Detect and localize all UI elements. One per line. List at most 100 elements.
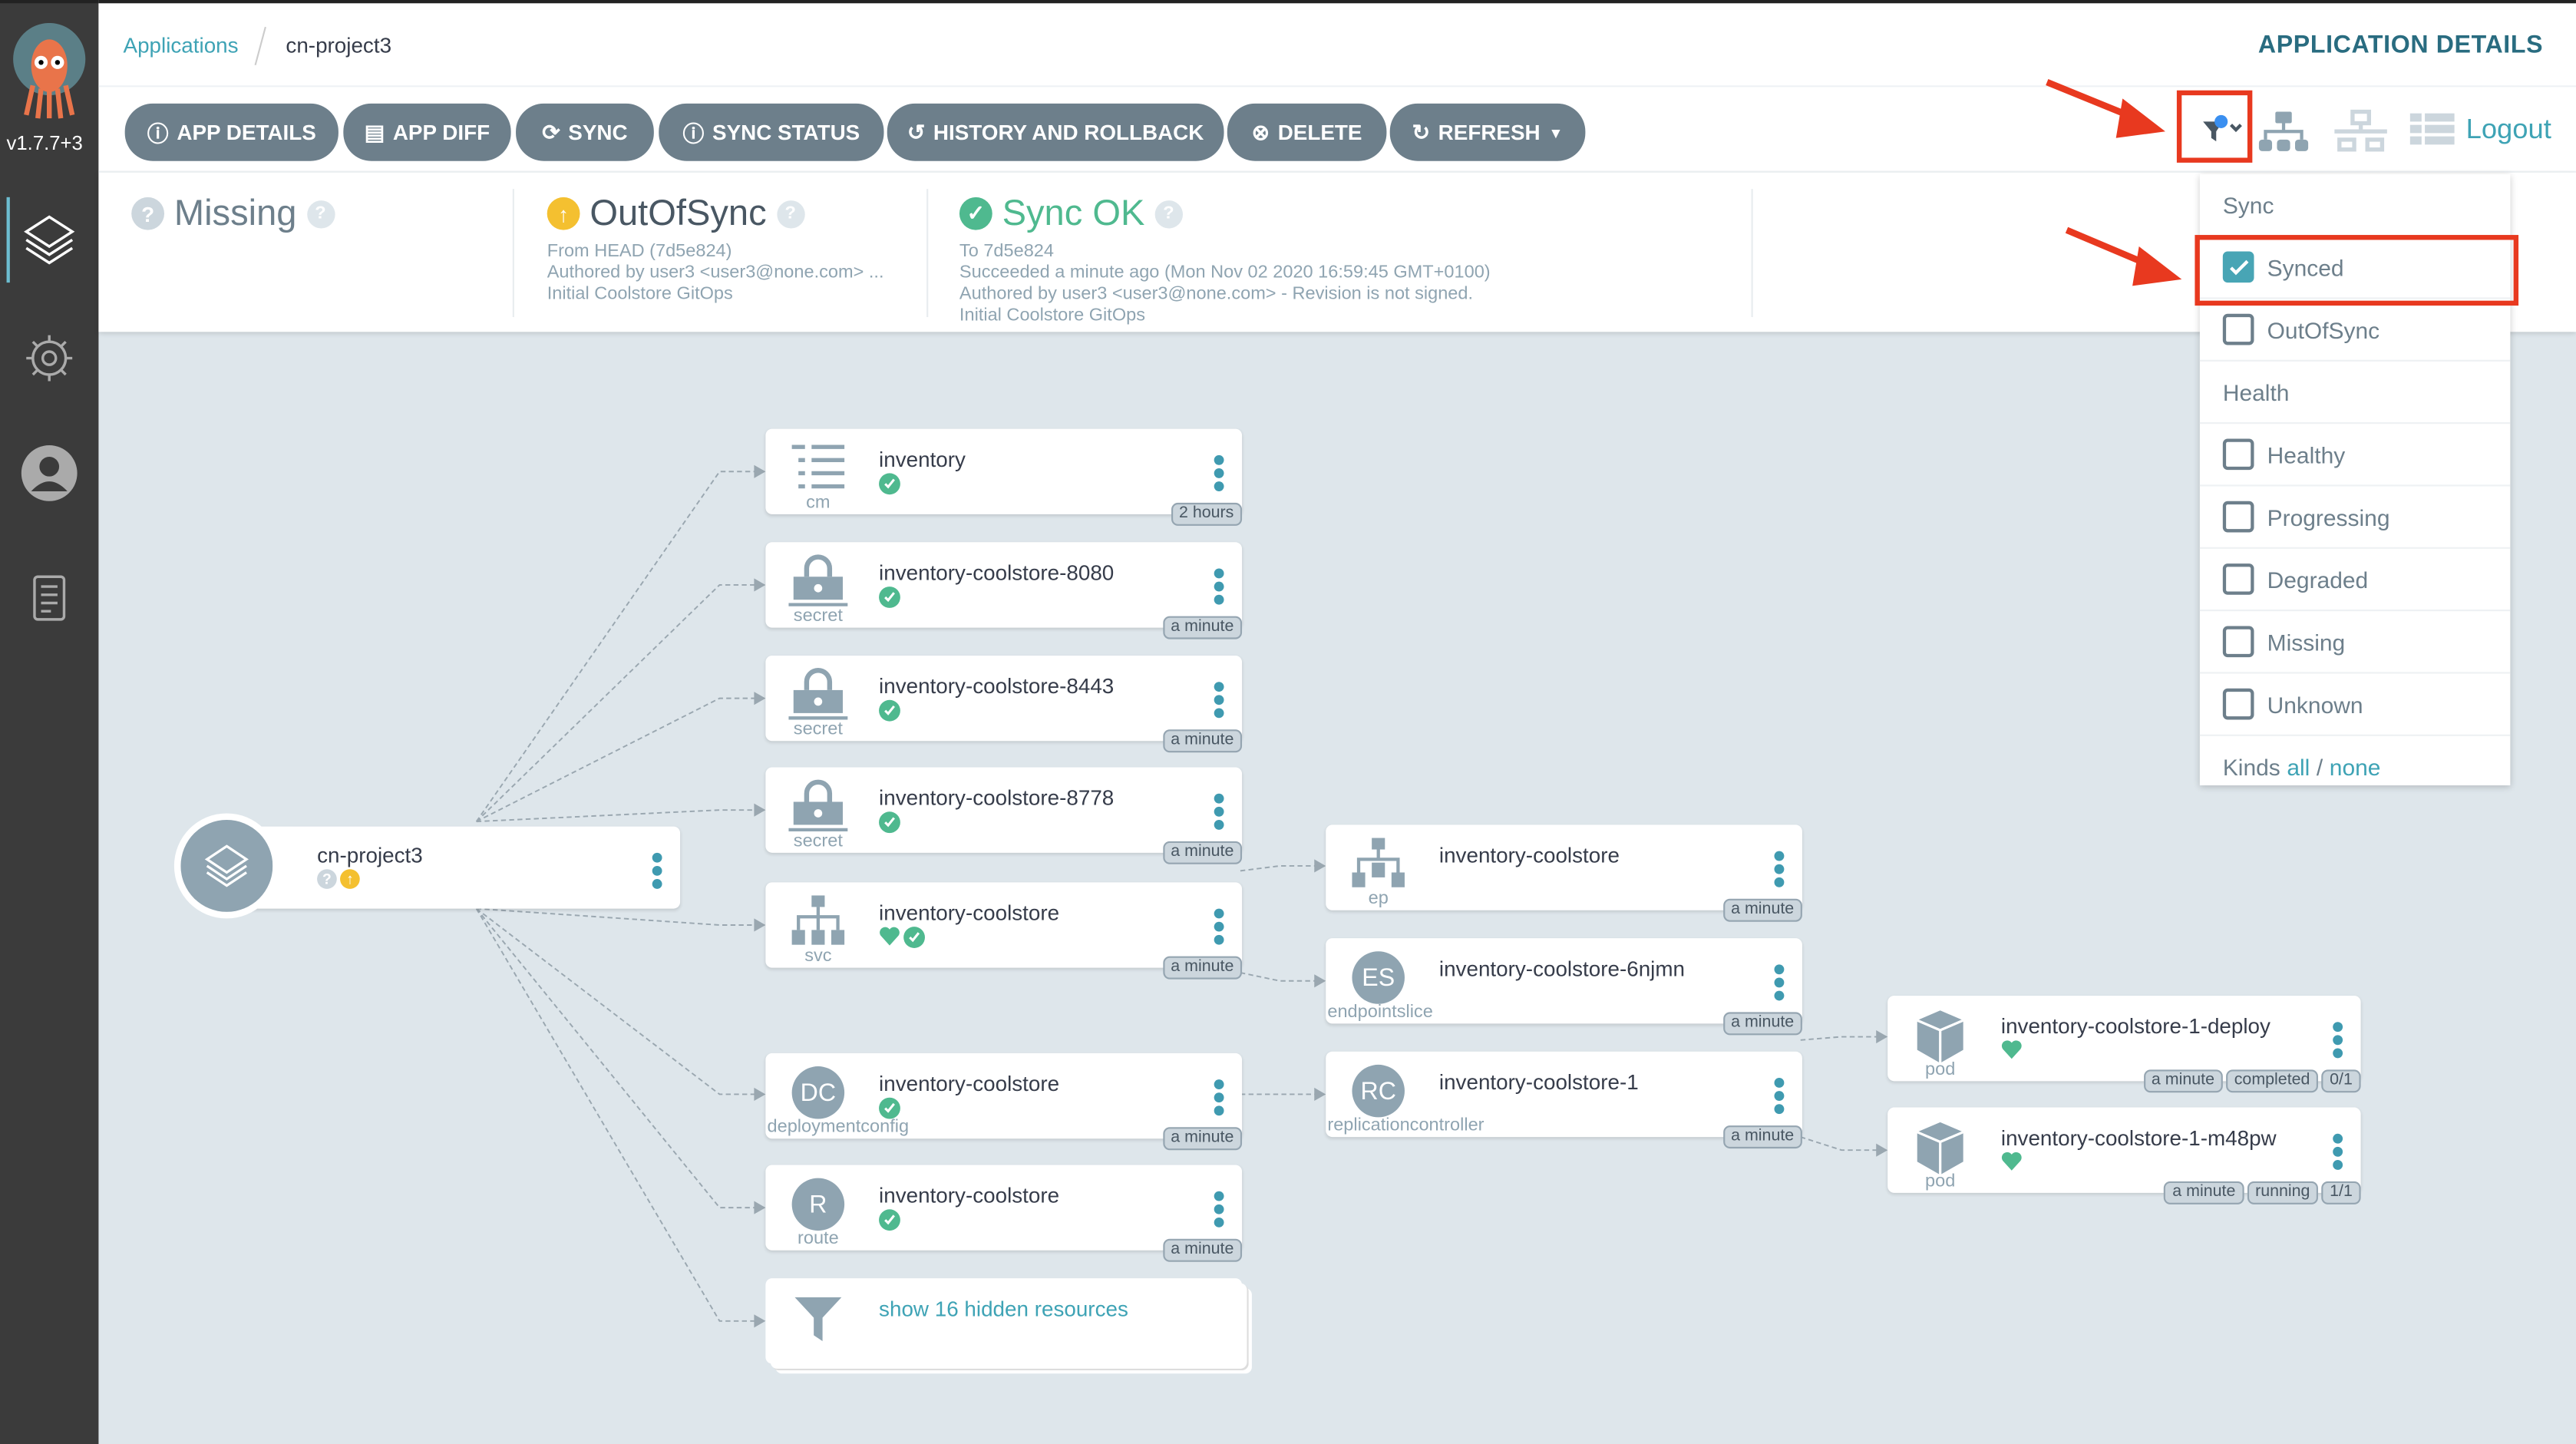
edge-arrow xyxy=(754,692,766,705)
resource-name: inventory-coolstore-8443 xyxy=(879,673,1115,699)
resource-kind: pod xyxy=(1925,1171,1956,1191)
resource-tag: a minute xyxy=(1722,1125,1802,1149)
resource-node[interactable]: DC deploymentconfig inventory-coolstore a… xyxy=(765,1052,1243,1151)
resource-kind: ep xyxy=(1368,888,1389,909)
resource-tag: a minute xyxy=(2164,1181,2244,1204)
secret-icon xyxy=(788,554,848,606)
filter-option-unknown[interactable]: Unknown xyxy=(2199,674,2511,736)
edge-arrow xyxy=(754,464,766,478)
resource-menu-icon[interactable] xyxy=(2333,1133,2343,1173)
resource-node[interactable]: pod inventory-coolstore-1-deploy a minut… xyxy=(1887,996,2361,1093)
resource-tag: a minute xyxy=(1162,1127,1243,1151)
graph-edge xyxy=(1240,864,1316,872)
synced-check-icon xyxy=(903,927,925,948)
hidden-resources-node[interactable]: show 16 hidden resources xyxy=(765,1278,1243,1364)
graph-edge xyxy=(475,471,756,822)
resource-tag: 0/1 xyxy=(2321,1069,2361,1093)
resource-tag: a minute xyxy=(1722,1012,1802,1036)
edge-arrow xyxy=(754,1314,766,1328)
resource-node[interactable]: pod inventory-coolstore-1-m48pw a minute… xyxy=(1887,1107,2361,1204)
checkbox[interactable] xyxy=(2222,313,2254,345)
synced-check-icon xyxy=(879,587,900,608)
resource-kind: replicationcontroller xyxy=(1327,1115,1485,1135)
replicationcontroller-icon: RC xyxy=(1352,1064,1405,1118)
graph-edge xyxy=(475,907,756,1209)
app-node-menu[interactable] xyxy=(652,852,662,892)
resource-menu-icon[interactable] xyxy=(1214,793,1224,833)
resource-name: inventory xyxy=(879,447,966,472)
resource-kind: deploymentconfig xyxy=(767,1117,910,1138)
filter-option-missing[interactable]: Missing xyxy=(2199,611,2511,674)
resource-tag: a minute xyxy=(2143,1069,2223,1093)
resource-tag: a minute xyxy=(1162,616,1243,639)
option-label: Progressing xyxy=(2267,504,2390,530)
resource-node[interactable]: secret inventory-coolstore-8778 a minute xyxy=(765,767,1243,864)
resource-node[interactable]: RC replicationcontroller inventory-coolst… xyxy=(1326,1051,1802,1149)
health-filter-heading: Health xyxy=(2199,362,2511,425)
resource-tag: a minute xyxy=(1162,1238,1243,1262)
option-label: Unknown xyxy=(2267,690,2363,718)
resource-node[interactable]: secret inventory-coolstore-8080 a minute xyxy=(765,542,1243,639)
option-label: Healthy xyxy=(2267,441,2346,468)
edge-arrow xyxy=(1314,859,1326,873)
checkbox[interactable] xyxy=(2222,563,2254,595)
checkbox[interactable] xyxy=(2222,438,2254,471)
resource-kind: route xyxy=(798,1228,839,1249)
funnel-icon xyxy=(794,1297,842,1341)
edge-arrow xyxy=(754,1087,766,1102)
healthy-heart-icon xyxy=(880,927,900,946)
route-icon: R xyxy=(791,1178,845,1231)
filter-option-healthy[interactable]: Healthy xyxy=(2199,424,2511,487)
filter-option-degraded[interactable]: Degraded xyxy=(2199,549,2511,612)
resource-menu-icon[interactable] xyxy=(1774,851,1785,891)
resource-menu-icon[interactable] xyxy=(1214,568,1224,608)
healthy-heart-icon xyxy=(2001,1152,2022,1171)
filter-option-progressing[interactable]: Progressing xyxy=(2199,487,2511,549)
resource-tag: a minute xyxy=(1162,841,1243,864)
synced-check-icon xyxy=(879,699,900,722)
resource-menu-icon[interactable] xyxy=(2333,1022,2343,1061)
show-hidden-link[interactable]: show 16 hidden resources xyxy=(879,1297,1128,1321)
kinds-all-link[interactable]: all xyxy=(2287,754,2310,780)
edge-arrow xyxy=(1876,1029,1888,1044)
resource-name: inventory-coolstore-6njmn xyxy=(1438,956,1686,981)
resource-menu-icon[interactable] xyxy=(1214,1079,1224,1119)
secret-icon xyxy=(788,668,848,720)
resource-menu-icon[interactable] xyxy=(1214,682,1224,721)
checkbox[interactable] xyxy=(2222,626,2254,658)
resource-tag: 2 hours xyxy=(1171,502,1243,526)
resource-menu-icon[interactable] xyxy=(1214,908,1224,948)
resource-menu-icon[interactable] xyxy=(1214,1191,1224,1231)
checkbox[interactable] xyxy=(2222,501,2254,533)
separator: / xyxy=(2316,754,2323,781)
configmap-icon xyxy=(791,444,845,489)
resource-menu-icon[interactable] xyxy=(1214,454,1224,494)
resource-menu-icon[interactable] xyxy=(1774,964,1785,1003)
checkbox[interactable] xyxy=(2222,688,2254,720)
resource-menu-icon[interactable] xyxy=(1774,1078,1785,1117)
kinds-none-link[interactable]: none xyxy=(2330,754,2381,780)
resource-name: inventory-coolstore-1-deploy xyxy=(2000,1013,2271,1039)
app-node-name: cn-project3 xyxy=(317,842,423,868)
resource-name: inventory-coolstore-8080 xyxy=(879,560,1115,585)
annotation-box xyxy=(2195,235,2519,306)
unknown-health-icon: ? xyxy=(317,869,337,889)
annotation-arrows xyxy=(2046,79,2182,286)
resource-name: inventory-coolstore xyxy=(879,900,1060,925)
secret-icon xyxy=(788,779,848,831)
service-icon xyxy=(791,895,845,945)
resource-node[interactable]: Rroute inventory-coolstore a minute xyxy=(765,1165,1243,1262)
graph-edge xyxy=(1240,972,1316,982)
resource-node[interactable]: secret inventory-coolstore-8443 a minute xyxy=(765,655,1243,753)
endpointslice-icon: ES xyxy=(1352,951,1405,1004)
resource-node[interactable]: cm inventory 2 hours xyxy=(765,428,1243,526)
option-label: Missing xyxy=(2267,628,2346,655)
graph-edge xyxy=(476,907,756,926)
resource-node[interactable]: ES endpointslice inventory-coolstore-6njm… xyxy=(1326,938,1802,1036)
app-node-card[interactable]: cn-project3 ? ↑ xyxy=(213,826,681,909)
resource-kind: secret xyxy=(793,606,843,626)
resource-node[interactable]: ep inventory-coolstore a minute xyxy=(1326,824,1802,922)
filter-option-outofsync[interactable]: OutOfSync xyxy=(2199,299,2511,362)
kinds-filter: Kinds all / none xyxy=(2200,736,2511,798)
resource-node[interactable]: svc inventory-coolstore a minute xyxy=(765,882,1243,980)
